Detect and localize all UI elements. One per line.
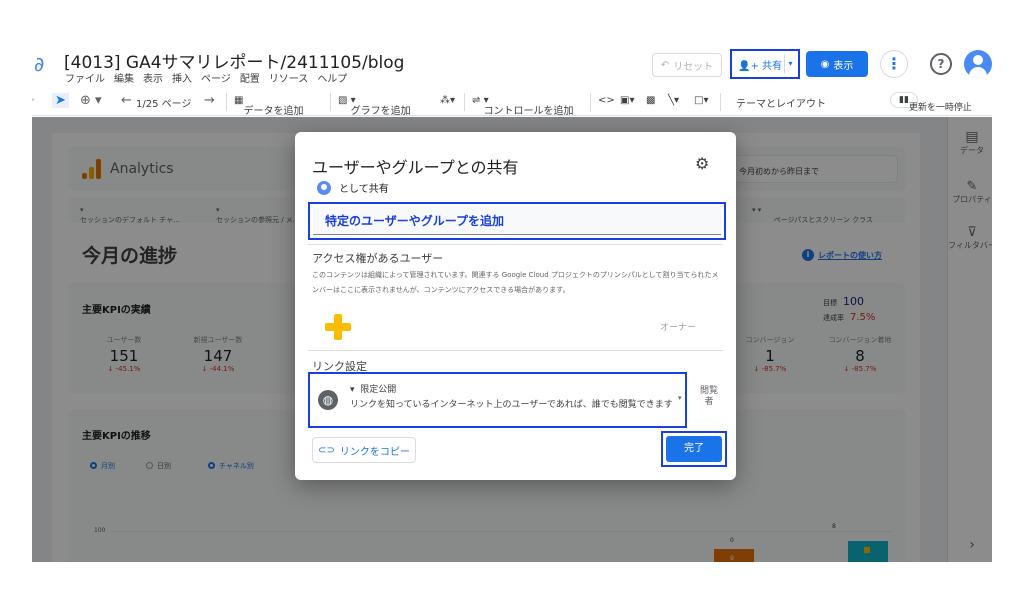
page-indicator[interactable]: 1/25 ページ bbox=[136, 95, 191, 110]
menu-arrange[interactable]: 配置 bbox=[240, 70, 260, 85]
view-label: 表示 bbox=[833, 60, 854, 72]
done-button-highlight: 完了 bbox=[661, 431, 727, 467]
data-studio-logo-icon[interactable]: ∂ bbox=[34, 52, 44, 76]
add-control-button[interactable]: ⇌ コントロールを追加 ▾ bbox=[472, 95, 574, 117]
help-icon[interactable]: ? bbox=[930, 53, 952, 75]
toolbar-divider bbox=[720, 93, 721, 111]
app-window: ∂ [4013] GA4サマリレポート/2411105/blog ファイル 編集… bbox=[32, 44, 992, 562]
access-note: このコンテンツは組織によって管理されています。関連する Google Cloud… bbox=[312, 271, 719, 294]
more-options-button[interactable]: ⋮ bbox=[880, 50, 908, 78]
text-icon[interactable]: ▩ bbox=[646, 95, 655, 106]
share-label: 👤+ 共有 bbox=[738, 60, 783, 72]
theme-layout-button[interactable]: テーマとレイアウト bbox=[736, 95, 826, 110]
image-icon[interactable]: ▣▾ bbox=[620, 95, 634, 106]
undo-icon: ↶ bbox=[660, 59, 670, 71]
toolbar-divider bbox=[590, 93, 591, 111]
gear-icon[interactable]: ⚙ bbox=[695, 154, 709, 173]
menu-file[interactable]: ファイル bbox=[65, 70, 105, 85]
menu-page[interactable]: ページ bbox=[201, 70, 231, 85]
toolbar-divider bbox=[330, 93, 331, 111]
toolbar-divider bbox=[464, 93, 465, 111]
community-viz-icon[interactable]: ⁂▾ bbox=[440, 95, 455, 106]
link-dropdown-icon[interactable]: ▾ bbox=[678, 394, 682, 402]
add-chart-button[interactable]: ▧ グラフを追加 ▾ bbox=[338, 95, 411, 117]
app-header: ∂ [4013] GA4サマリレポート/2411105/blog ファイル 編集… bbox=[32, 44, 992, 88]
owner-role-label: オーナー bbox=[660, 323, 697, 333]
menu-view[interactable]: 表示 bbox=[143, 70, 163, 85]
link-mode[interactable]: ▾ 限定公開 bbox=[350, 382, 396, 395]
dialog-title: ユーザーやグループとの共有 bbox=[312, 158, 519, 177]
share-as-row: として共有 bbox=[317, 180, 389, 195]
redo-icon[interactable]: ↷ bbox=[32, 93, 35, 108]
share-as-label: として共有 bbox=[339, 184, 389, 195]
toolbar-divider bbox=[226, 93, 227, 111]
divider bbox=[308, 350, 723, 351]
globe-icon: ◍ bbox=[318, 390, 338, 410]
done-button[interactable]: 完了 bbox=[666, 436, 722, 462]
reset-label: リセット bbox=[673, 61, 714, 73]
menu-insert[interactable]: 挿入 bbox=[172, 70, 192, 85]
next-page-icon[interactable]: → bbox=[204, 93, 215, 108]
zoom-icon[interactable]: ⊕ ▾ bbox=[80, 93, 102, 108]
code-embed-icon[interactable]: <> bbox=[598, 95, 615, 106]
copy-link-label: リンクをコピー bbox=[339, 446, 410, 458]
link-description: リンクを知っているインターネット上のユーザーであれば、誰でも閲覧できます bbox=[350, 400, 673, 410]
menu-resource[interactable]: リソース bbox=[269, 70, 309, 85]
link-icon: ⊂⊃ bbox=[318, 444, 335, 456]
avatar[interactable] bbox=[964, 50, 992, 78]
link-access-selector[interactable]: ◍ ▾ 限定公開 リンクを知っているインターネット上のユーザーであれば、誰でも閲… bbox=[308, 372, 687, 428]
prev-page-icon[interactable]: ← bbox=[121, 93, 132, 108]
copy-link-button[interactable]: ⊂⊃ リンクをコピー bbox=[312, 437, 416, 463]
share-button[interactable]: 👤+ 共有 ▾ bbox=[730, 49, 800, 79]
line-icon[interactable]: ╲▾ bbox=[668, 95, 679, 106]
viewer-role-selector[interactable]: 閲覧者 bbox=[697, 386, 721, 408]
shape-icon[interactable]: □▾ bbox=[694, 95, 708, 106]
pause-update-button[interactable]: ▮▮ 更新を一時停止 bbox=[890, 92, 972, 113]
owner-group-icon bbox=[325, 314, 351, 340]
user-avatar-icon bbox=[317, 180, 331, 195]
add-users-input[interactable] bbox=[313, 207, 721, 235]
reset-button[interactable]: ↶ リセット bbox=[652, 53, 722, 77]
menu-help[interactable]: ヘルプ bbox=[317, 70, 347, 85]
toolbar: ↶ ↷ ➤ ⊕ ▾ ← 1/25 ページ → ▦データを追加 ▧ グラフを追加 … bbox=[32, 88, 992, 117]
menu-bar: ファイル 編集 表示 挿入 ページ 配置 リソース ヘルプ bbox=[65, 70, 347, 85]
eye-icon: ◉ bbox=[820, 58, 830, 70]
add-data-button[interactable]: ▦ データを追加 bbox=[234, 95, 303, 117]
share-dropdown-icon[interactable]: ▾ bbox=[784, 55, 796, 73]
view-button[interactable]: ◉ 表示 bbox=[806, 51, 868, 77]
menu-edit[interactable]: 編集 bbox=[114, 70, 134, 85]
divider bbox=[308, 244, 723, 245]
access-heading: アクセス権があるユーザー bbox=[312, 252, 444, 265]
select-pointer-icon[interactable]: ➤ bbox=[52, 93, 69, 108]
add-users-field-highlight bbox=[308, 202, 726, 240]
share-dialog: ユーザーやグループとの共有 ⚙ として共有 アクセス権があるユーザー このコンテ… bbox=[295, 132, 736, 480]
